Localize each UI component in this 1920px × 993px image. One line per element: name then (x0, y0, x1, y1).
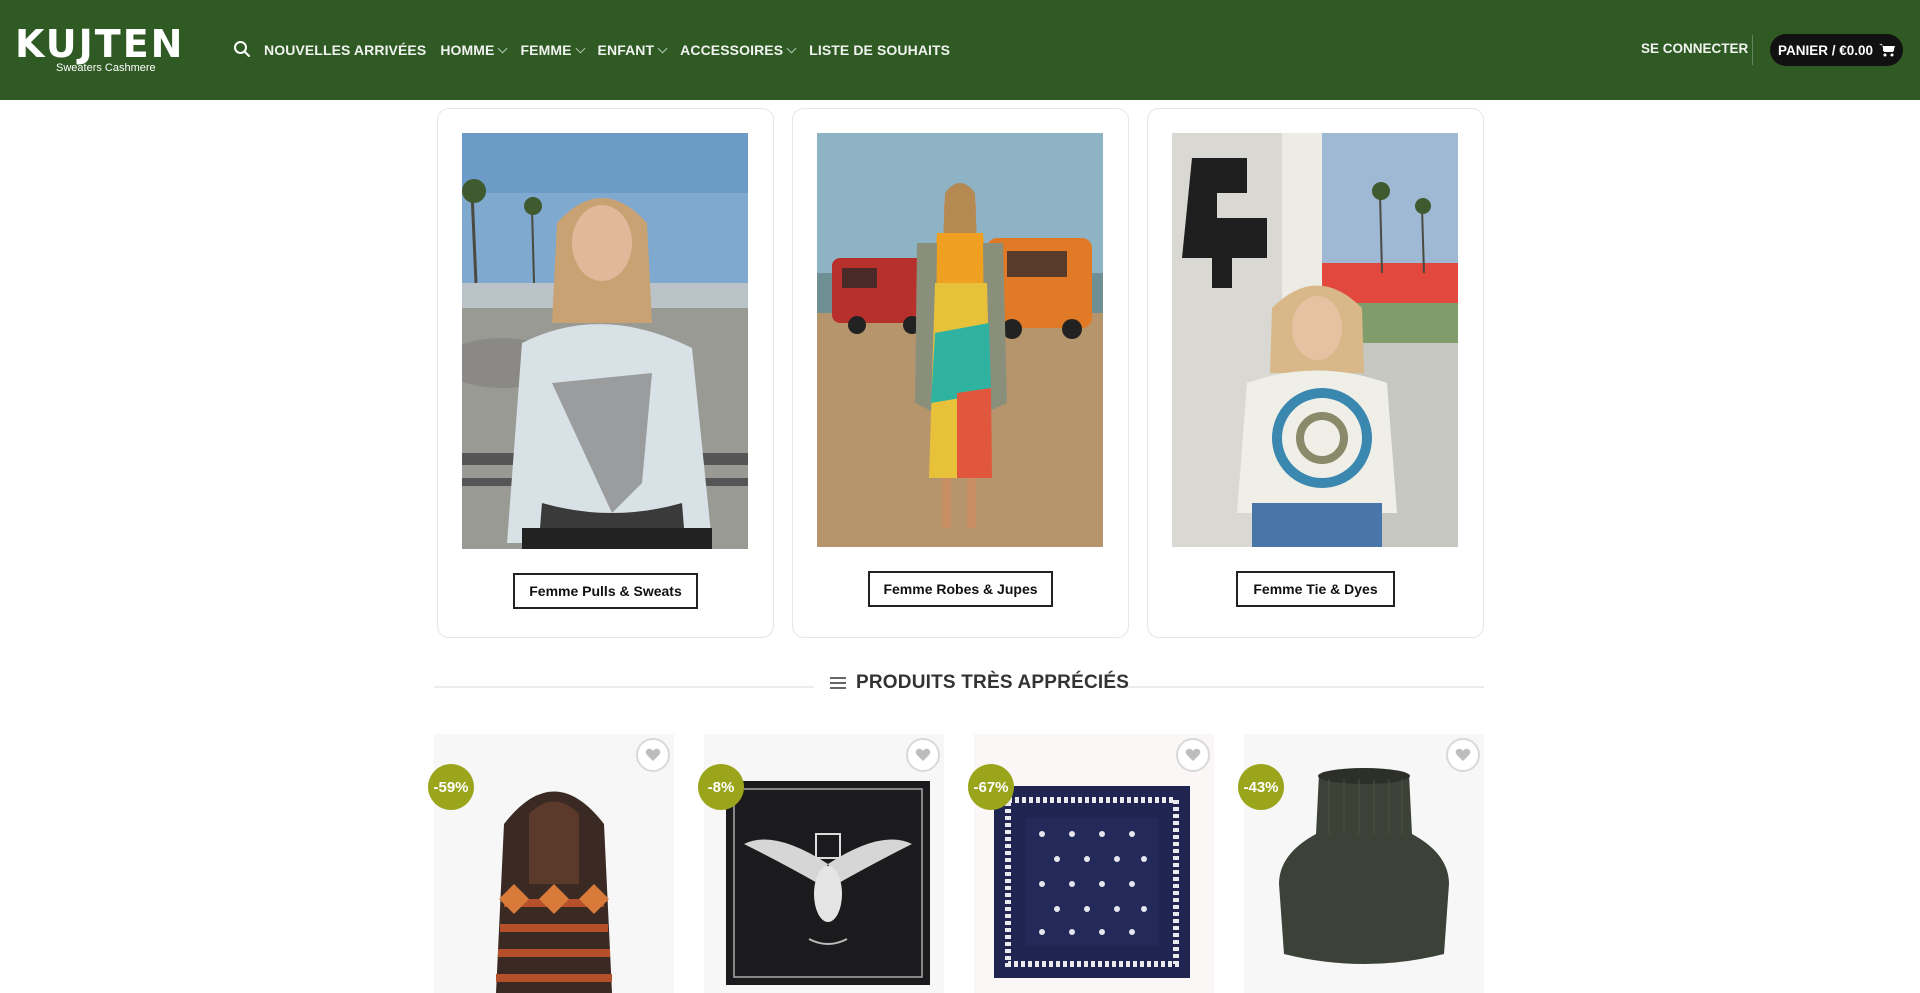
login-link[interactable]: SE CONNECTER (1641, 41, 1748, 56)
product-image[interactable] (974, 734, 1214, 993)
nav-item-femme[interactable]: FEMME (520, 42, 585, 58)
cart-icon (1879, 44, 1896, 57)
list-icon (830, 677, 846, 689)
category-button-robes[interactable]: Femme Robes & Jupes (868, 571, 1053, 607)
nav-label: ENFANT (597, 42, 655, 58)
category-card-tie-dyes[interactable]: Femme Tie & Dyes (1147, 108, 1484, 638)
discount-badge: -59% (428, 764, 474, 810)
category-image-pulls[interactable] (462, 133, 748, 549)
category-card-robes[interactable]: Femme Robes & Jupes (792, 108, 1129, 638)
product-image[interactable] (704, 734, 944, 993)
product-card[interactable] (434, 734, 674, 993)
nav-item-accessoires[interactable]: ACCESSOIRES (680, 42, 797, 58)
section-title: PRODUITS TRÈS APPRÉCIÉS (830, 672, 1129, 694)
product-image[interactable] (1244, 734, 1484, 993)
nav-item-homme[interactable]: HOMME (440, 42, 508, 58)
logo[interactable]: KUJTEN Sweaters Cashmere (15, 24, 205, 76)
site-header: KUJTEN Sweaters Cashmere NOUVELLES ARRIV… (0, 0, 1920, 100)
nav-label: ACCESSOIRES (680, 42, 784, 58)
product-card[interactable] (704, 734, 944, 993)
discount-badge: -8% (698, 764, 744, 810)
wishlist-heart-icon[interactable] (1446, 738, 1480, 772)
nav-item-nouvelles-arrivees[interactable]: NOUVELLES ARRIVÉES (264, 42, 426, 58)
nav-item-enfant[interactable]: ENFANT (597, 42, 668, 58)
logo-text: KUJTEN (15, 22, 185, 66)
wishlist-heart-icon[interactable] (636, 738, 670, 772)
category-button-pulls[interactable]: Femme Pulls & Sweats (513, 573, 698, 609)
discount-badge: -67% (968, 764, 1014, 810)
section-divider-left (434, 686, 814, 688)
wishlist-heart-icon[interactable] (1176, 738, 1210, 772)
nav-item-liste-de-souhaits[interactable]: LISTE DE SOUHAITS (809, 42, 950, 58)
chevron-down-icon (786, 43, 797, 53)
nav-label: LISTE DE SOUHAITS (809, 42, 951, 58)
cart-button[interactable]: PANIER / €0.00 (1770, 34, 1903, 66)
main-nav: NOUVELLES ARRIVÉES HOMME FEMME ENFANT AC… (264, 0, 964, 100)
chevron-down-icon (575, 43, 585, 53)
product-card[interactable] (974, 734, 1214, 993)
nav-label: NOUVELLES ARRIVÉES (264, 42, 427, 58)
category-image-robes[interactable] (817, 133, 1103, 547)
product-image[interactable] (434, 734, 674, 993)
category-image-tie-dyes[interactable] (1172, 133, 1458, 547)
product-card[interactable] (1244, 734, 1484, 993)
chevron-down-icon (498, 43, 508, 53)
discount-badge: -43% (1238, 764, 1284, 810)
header-divider (1752, 35, 1753, 65)
chevron-down-icon (657, 43, 668, 53)
section-divider-right (1108, 686, 1484, 688)
category-card-pulls[interactable]: Femme Pulls & Sweats (437, 108, 774, 638)
wishlist-heart-icon[interactable] (906, 738, 940, 772)
nav-label: FEMME (520, 42, 572, 58)
nav-label: HOMME (440, 42, 495, 58)
category-button-tie-dyes[interactable]: Femme Tie & Dyes (1236, 571, 1395, 607)
cart-label: PANIER / €0.00 (1778, 42, 1874, 58)
section-title-text: PRODUITS TRÈS APPRÉCIÉS (856, 672, 1130, 693)
search-icon[interactable] (233, 40, 251, 58)
